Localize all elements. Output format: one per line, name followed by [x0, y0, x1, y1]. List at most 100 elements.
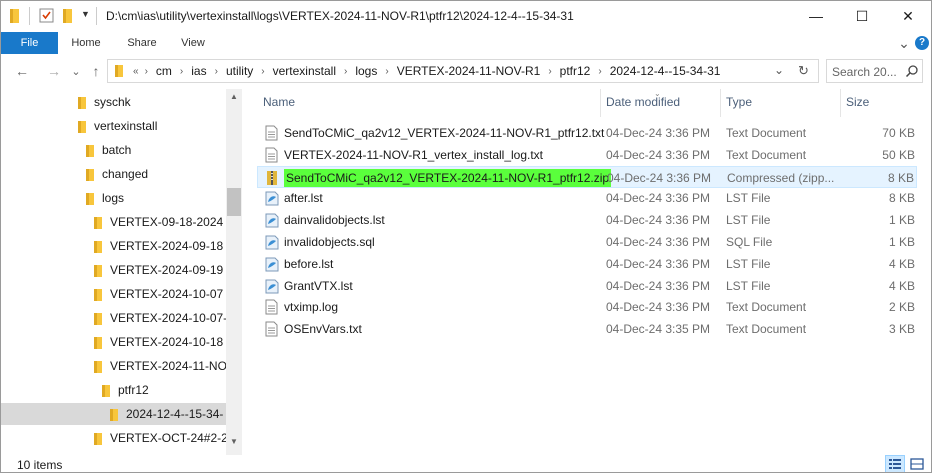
scrollbar-thumb[interactable] — [227, 188, 241, 216]
file-row[interactable]: VERTEX-2024-11-NOV-R1_vertex_install_log… — [257, 144, 917, 166]
column-divider[interactable] — [840, 89, 841, 117]
maximize-button[interactable]: ☐ — [839, 1, 885, 31]
file-type: LST File — [726, 213, 771, 228]
window-title: D:\cm\ias\utility\vertexinstall\logs\VER… — [106, 9, 574, 23]
tree-item-label: VERTEX-2024-11-NOV — [110, 359, 235, 373]
file-size: 50 KB — [882, 147, 915, 162]
breadcrumb-item[interactable]: 2024-12-4--15-34-31 — [605, 64, 726, 78]
column-divider[interactable] — [720, 89, 721, 117]
tree-item[interactable]: 2024-12-4--15-34- — [1, 403, 227, 425]
file-row[interactable]: SendToCMiC_qa2v12_VERTEX-2024-11-NOV-R1_… — [257, 122, 917, 144]
tree-item[interactable]: VERTEX-2024-10-07-N — [1, 307, 236, 329]
breadcrumb-item[interactable]: ias — [186, 64, 211, 78]
tree-item[interactable]: VERTEX-2024-09-19 — [1, 259, 227, 281]
lst-file-icon — [265, 190, 279, 209]
column-header-size[interactable]: Size — [846, 95, 869, 109]
breadcrumb-item[interactable]: logs — [350, 64, 382, 78]
file-type: Text Document — [726, 300, 807, 315]
breadcrumb-chevron-icon[interactable]: › — [212, 66, 221, 77]
search-icon[interactable] — [905, 64, 919, 81]
nav-scrollbar[interactable]: ▲ ▼ — [226, 89, 242, 455]
tab-share[interactable]: Share — [121, 32, 163, 54]
folder-icon — [93, 432, 103, 449]
tab-view[interactable]: View — [173, 32, 213, 54]
breadcrumb-item[interactable]: vertexinstall — [268, 64, 341, 78]
address-dropdown-icon[interactable]: ⌄ — [774, 63, 784, 77]
file-row[interactable]: OSEnvVars.txt 04-Dec-24 3:35 PM Text Docum… — [257, 318, 917, 340]
file-row[interactable]: SendToCMiC_qa2v12_VERTEX-2024-11-NOV-R1_… — [257, 165, 917, 189]
folder-icon — [77, 96, 87, 113]
tree-item[interactable]: VERTEX-2024-09-18 — [1, 235, 227, 257]
breadcrumb-chevron-icon[interactable]: › — [595, 66, 604, 77]
breadcrumb-item[interactable]: utility — [221, 64, 258, 78]
breadcrumb-overflow-icon[interactable]: « — [130, 66, 142, 77]
close-button[interactable]: ✕ — [885, 1, 931, 31]
file-row[interactable]: before.lst 04-Dec-24 3:36 PM LST File 4 KB — [257, 253, 917, 275]
column-divider[interactable] — [600, 89, 601, 117]
large-icons-view-button[interactable] — [907, 455, 927, 472]
folder-icon — [85, 144, 95, 161]
file-name: vtximp.log — [284, 300, 339, 315]
breadcrumb-item[interactable]: cm — [151, 64, 177, 78]
column-header-name[interactable]: Name — [263, 95, 295, 109]
scroll-down-icon[interactable]: ▼ — [226, 437, 242, 446]
breadcrumb-chevron-icon[interactable]: › — [258, 66, 267, 77]
breadcrumb-chevron-icon[interactable]: › — [177, 66, 186, 77]
refresh-icon[interactable]: ↻ — [798, 63, 809, 79]
search-box[interactable] — [826, 59, 923, 83]
search-input[interactable] — [832, 64, 900, 79]
sql-file-icon — [265, 234, 279, 253]
tree-item[interactable]: batch — [1, 139, 227, 161]
file-size: 4 KB — [888, 278, 915, 293]
file-row[interactable]: vtximp.log 04-Dec-24 3:36 PM Text Document… — [257, 296, 917, 318]
breadcrumb-chevron-icon[interactable]: › — [142, 66, 151, 77]
zip-folder-icon — [266, 170, 278, 189]
tree-item[interactable]: VERTEX-2024-10-07 — [1, 283, 227, 305]
forward-button[interactable]: → — [45, 63, 63, 79]
status-bar: 10 items — [1, 455, 931, 472]
tree-item[interactable]: logs — [1, 187, 227, 209]
address-bar[interactable]: « › cm › ias › utility › vertexinstall › logs › VER… — [107, 59, 819, 83]
quick-access-dropdown-icon[interactable]: ▼ — [81, 9, 90, 19]
title-bar: ▼ D:\cm\ias\utility\vertexinstall\logs\V… — [1, 1, 931, 32]
tree-item[interactable]: VERTEX-2024-11-NOV — [1, 355, 235, 377]
tree-item[interactable]: vertexinstall — [1, 115, 227, 137]
file-type: Text Document — [726, 322, 807, 337]
tree-item[interactable]: VERTEX-OCT-24#2-20 — [1, 427, 235, 449]
breadcrumb-item[interactable]: ptfr12 — [555, 64, 596, 78]
tree-item[interactable]: ptfr12 — [1, 379, 227, 401]
recent-locations-button[interactable]: ⌄ — [67, 65, 85, 78]
file-type: Text Document — [726, 147, 807, 162]
file-row[interactable]: GrantVTX.lst 04-Dec-24 3:36 PM LST File 4 K… — [257, 275, 917, 297]
scroll-up-icon[interactable]: ▲ — [226, 92, 242, 101]
file-name: dainvalidobjects.lst — [284, 213, 385, 228]
details-view-button[interactable] — [885, 455, 905, 472]
tree-item[interactable]: changed — [1, 163, 227, 185]
file-row[interactable]: after.lst 04-Dec-24 3:36 PM LST File 8 KB — [257, 187, 917, 209]
tree-item-label: logs — [102, 191, 125, 205]
breadcrumb-chevron-icon[interactable]: › — [341, 66, 350, 77]
back-button[interactable]: ← — [13, 63, 31, 79]
breadcrumb-item[interactable]: VERTEX-2024-11-NOV-R1 — [392, 64, 546, 78]
tree-item-label: changed — [102, 167, 149, 181]
breadcrumb-chevron-icon[interactable]: › — [545, 66, 554, 77]
folder-icon[interactable] — [9, 8, 23, 27]
tab-file[interactable]: File — [1, 32, 58, 54]
new-folder-icon[interactable] — [61, 8, 75, 27]
tab-home[interactable]: Home — [65, 32, 107, 54]
collapse-ribbon-icon[interactable]: ⌄ — [895, 32, 913, 54]
file-row[interactable]: dainvalidobjects.lst 04-Dec-24 3:36 PM LST… — [257, 209, 917, 231]
title-separator — [96, 7, 97, 25]
column-header-type[interactable]: Type — [726, 95, 752, 109]
up-button[interactable]: ↑ — [87, 63, 105, 79]
properties-icon[interactable] — [39, 8, 54, 26]
tree-item[interactable]: VERTEX-09-18-2024 — [1, 211, 227, 233]
tree-item[interactable]: VERTEX-2024-10-18 — [1, 331, 227, 353]
breadcrumb-chevron-icon[interactable]: › — [382, 66, 391, 77]
tree-item[interactable]: syschk — [1, 91, 227, 113]
help-icon[interactable]: ? — [915, 36, 929, 50]
minimize-button[interactable]: — — [793, 1, 839, 31]
file-row[interactable]: invalidobjects.sql 04-Dec-24 3:36 PM SQL F… — [257, 231, 917, 253]
column-header-date[interactable]: Date modified — [606, 95, 680, 109]
item-count: 10 items — [17, 458, 63, 472]
